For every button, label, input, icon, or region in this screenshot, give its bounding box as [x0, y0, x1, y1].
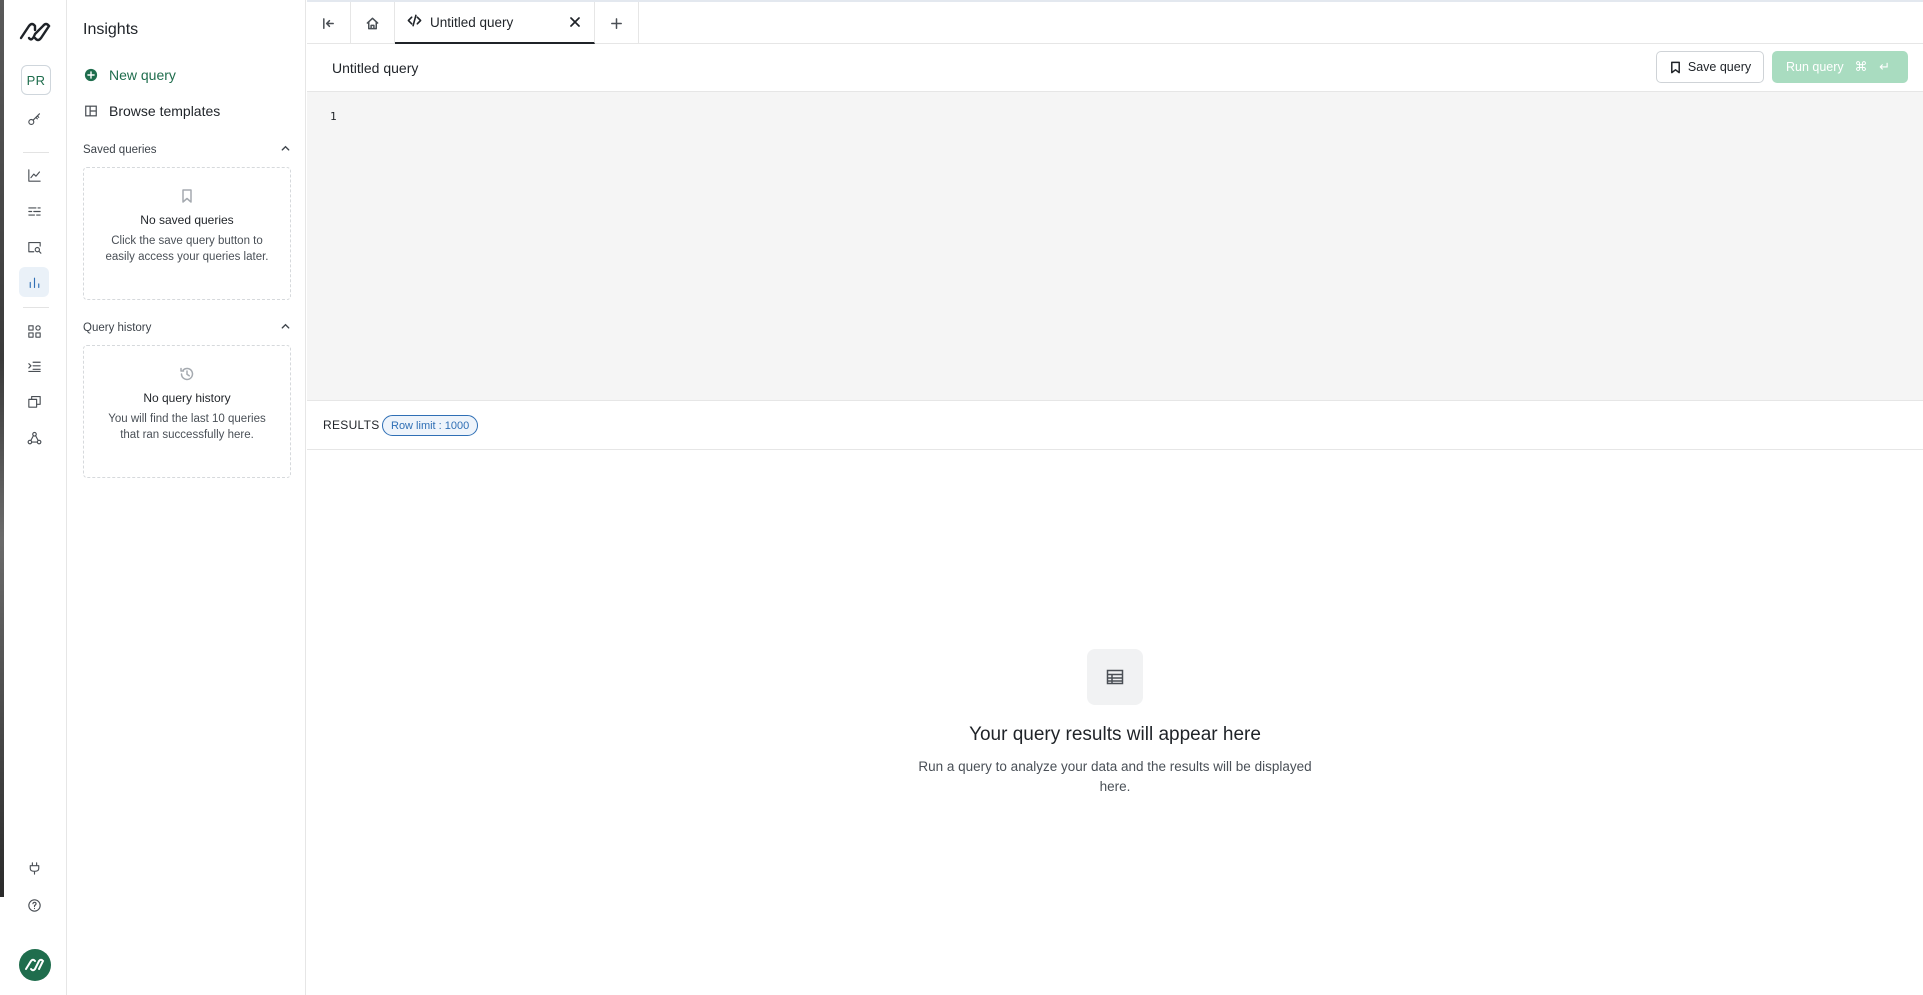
row-limit-badge[interactable]: Row limit : 1000 — [382, 415, 479, 436]
dashboard-grid-icon[interactable] — [19, 316, 49, 346]
copy-window-icon[interactable] — [19, 386, 49, 416]
history-icon — [179, 366, 195, 382]
plus-icon — [611, 17, 622, 29]
run-shortcut: ⌘ ↵ — [1854, 59, 1894, 74]
user-avatar[interactable] — [19, 949, 51, 981]
sidebar-title: Insights — [83, 21, 139, 38]
results-empty-desc: Run a query to analyze your data and the… — [918, 759, 1312, 794]
template-icon — [83, 103, 99, 119]
list-indent-icon[interactable] — [19, 351, 49, 381]
saved-queries-empty-title: No saved queries — [140, 213, 234, 227]
search-screen-icon[interactable] — [19, 232, 49, 262]
results-empty-title: Your query results will appear here — [969, 724, 1261, 745]
key-icon[interactable] — [19, 104, 49, 134]
icon-rail: PR — [4, 0, 67, 995]
collapse-left-icon — [323, 17, 334, 29]
insights-sidebar: Insights New query Browse templates Save… — [67, 0, 306, 995]
results-empty-state: Your query results will appear here Run … — [307, 450, 1923, 995]
query-header: Untitled query Save query Run query ⌘ ↵ — [307, 44, 1923, 92]
collapse-sidebar-button[interactable] — [307, 2, 351, 44]
query-history-header[interactable]: Query history — [83, 321, 291, 335]
project-avatar[interactable]: PR — [21, 65, 51, 95]
line-number: 1 — [330, 110, 337, 123]
browse-templates-button[interactable]: Browse templates — [83, 99, 220, 123]
tab-untitled-query[interactable]: Untitled query — [395, 2, 595, 44]
plus-circle-icon — [83, 67, 99, 83]
query-history-empty-title: No query history — [143, 391, 231, 405]
saved-queries-empty-desc: Click the save query button to easily ac… — [105, 235, 269, 263]
saved-queries-empty: No saved queries Click the save query bu… — [83, 167, 291, 300]
line-chart-icon[interactable] — [19, 160, 49, 190]
webhook-icon[interactable] — [19, 423, 49, 453]
new-tab-button[interactable] — [595, 2, 639, 44]
logo-icon[interactable] — [18, 18, 52, 46]
plug-icon[interactable] — [19, 853, 49, 883]
query-history-empty: No query history You will find the last … — [83, 345, 291, 478]
bookmark-icon — [1670, 61, 1680, 73]
close-icon[interactable] — [568, 15, 582, 29]
chevron-up-icon[interactable] — [280, 321, 291, 335]
bookmark-icon — [179, 188, 195, 204]
tab-bar: Untitled query — [307, 0, 1923, 44]
code-icon — [407, 13, 422, 31]
save-query-label: Save query — [1687, 60, 1752, 74]
save-query-button[interactable]: Save query — [1656, 51, 1764, 83]
chevron-up-icon[interactable] — [280, 143, 291, 157]
table-icon — [1087, 649, 1143, 705]
query-title[interactable]: Untitled query — [332, 60, 418, 76]
results-title: RESULTS — [323, 418, 380, 432]
run-query-button[interactable]: Run query ⌘ ↵ — [1772, 51, 1908, 83]
app: PR Insights New query Browse templates S… — [0, 0, 1923, 995]
sql-editor[interactable]: 1 — [307, 92, 1923, 401]
saved-queries-title: Saved queries — [83, 144, 157, 156]
query-history-title: Query history — [83, 322, 152, 334]
rail-divider — [23, 152, 49, 153]
home-tab[interactable] — [351, 2, 395, 44]
help-icon[interactable] — [19, 890, 49, 920]
bar-chart-icon[interactable] — [19, 267, 49, 297]
rail-divider — [23, 307, 49, 308]
results-bar: RESULTS Row limit : 1000 — [307, 401, 1923, 450]
run-query-label: Run query — [1786, 60, 1844, 74]
browse-templates-label: Browse templates — [109, 103, 221, 119]
new-query-button[interactable]: New query — [83, 63, 176, 87]
home-icon — [366, 17, 379, 29]
new-query-label: New query — [109, 67, 176, 83]
saved-queries-header[interactable]: Saved queries — [83, 143, 291, 157]
filter-lines-icon[interactable] — [19, 196, 49, 226]
tab-label: Untitled query — [430, 14, 514, 30]
query-history-empty-desc: You will find the last 10 queries that r… — [108, 413, 266, 441]
